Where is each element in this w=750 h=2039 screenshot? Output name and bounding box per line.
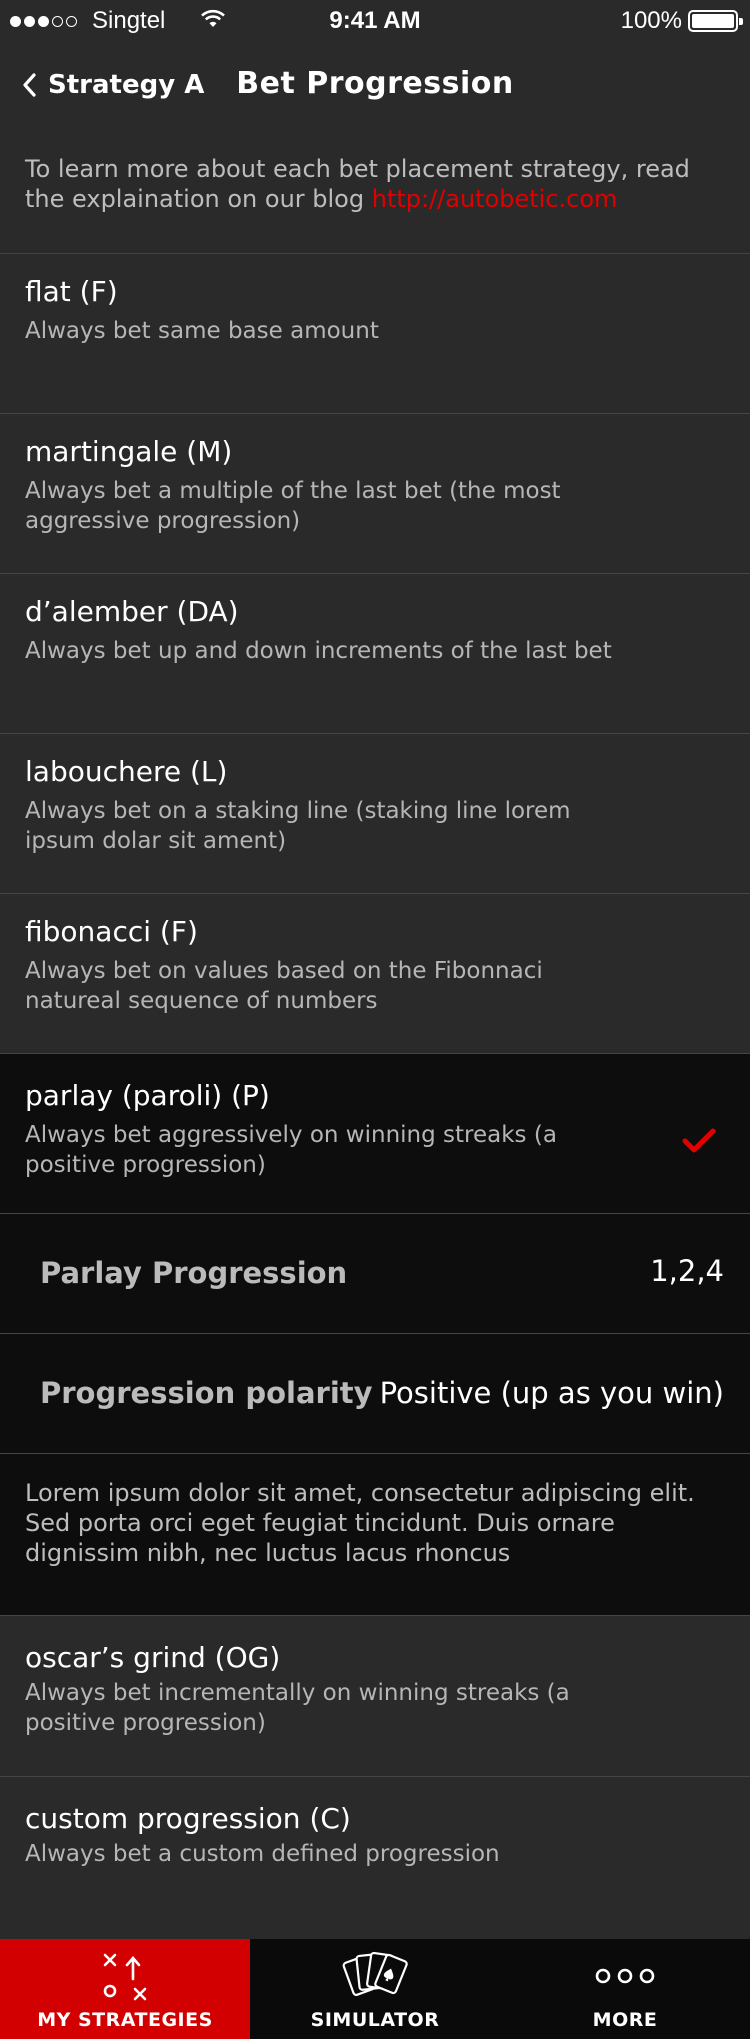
parlay-note: Lorem ipsum dolor sit amet, consectetur … [0,1454,750,1616]
more-dots-icon [500,1967,750,1985]
status-bar: Singtel 9:41 AM 100% [0,0,750,40]
parlay-progression-setting[interactable]: Parlay Progression 1,2,4 [0,1214,750,1334]
strategy-title: labouchere (L) [25,755,228,788]
strategy-row-martingale[interactable]: martingale (M) Always bet a multiple of … [0,414,750,574]
tab-simulator[interactable]: SIMULATOR [250,1939,500,2039]
strategy-title: martingale (M) [25,435,233,468]
strategy-row-labouchere[interactable]: labouchere (L) Always bet on a staking l… [0,734,750,894]
strategy-row-custom[interactable]: custom progression (C) Always bet a cust… [0,1777,750,1939]
progression-polarity-value: Positive (up as you win) [379,1376,724,1410]
strategy-row-dalember[interactable]: d’alember (DA) Always bet up and down in… [0,574,750,734]
progression-polarity-label: Progression polarity [40,1376,373,1410]
checkmark-icon [682,1128,716,1158]
strategy-play-icon [0,1951,250,2003]
blog-link[interactable]: http://autobetic.com [372,185,618,213]
strategy-description: Always bet on values based on the Fibonn… [25,958,543,1014]
battery-status: 100% [620,7,743,35]
parlay-progression-label: Parlay Progression [40,1256,348,1290]
battery-percent: 100% [620,7,682,34]
strategy-title: d’alember (DA) [25,595,239,628]
tab-label: MY STRATEGIES [37,2009,213,2031]
strategy-description: Always bet up and down increments of the… [25,638,612,664]
intro-text: To learn more about each bet placement s… [0,130,750,254]
parlay-progression-value: 1,2,4 [650,1254,724,1288]
tab-more[interactable]: MORE [500,1939,750,2039]
page-title: Bet Progression [236,66,514,101]
tab-bar: MY STRATEGIES SIMULATOR MORE [0,1939,750,2039]
strategy-description: Always bet incrementally on winning stre… [25,1680,570,1736]
playing-cards-icon [250,1949,500,2003]
strategy-description: Always bet a multiple of the last bet (t… [25,478,561,534]
navigation-bar: Strategy A Bet Progression [0,40,750,130]
strategy-title: fibonacci (F) [25,915,198,948]
tab-label: SIMULATOR [310,2009,440,2031]
progression-polarity-setting[interactable]: Progression polarity Positive (up as you… [0,1334,750,1454]
battery-icon [688,10,743,32]
strategy-title: oscar’s grind (OG) [25,1641,281,1674]
strategy-title: parlay (paroli) (P) [25,1079,270,1112]
strategy-row-parlay[interactable]: parlay (paroli) (P) Always bet aggressiv… [0,1054,750,1214]
strategy-title: custom progression (C) [25,1802,351,1835]
strategy-description: Always bet same base amount [25,318,379,344]
strategy-row-oscars-grind[interactable]: oscar’s grind (OG) Always bet incrementa… [0,1616,750,1777]
strategy-row-flat[interactable]: flat (F) Always bet same base amount [0,254,750,414]
strategy-row-fibonacci[interactable]: fibonacci (F) Always bet on values based… [0,894,750,1054]
strategy-description: Always bet a custom defined progression [25,1841,500,1867]
tab-my-strategies[interactable]: MY STRATEGIES [0,1939,250,2039]
strategy-title: flat (F) [25,275,118,308]
strategy-description: Always bet aggressively on winning strea… [25,1122,557,1178]
tab-label: MORE [592,2009,658,2031]
strategy-description: Always bet on a staking line (staking li… [25,798,571,854]
